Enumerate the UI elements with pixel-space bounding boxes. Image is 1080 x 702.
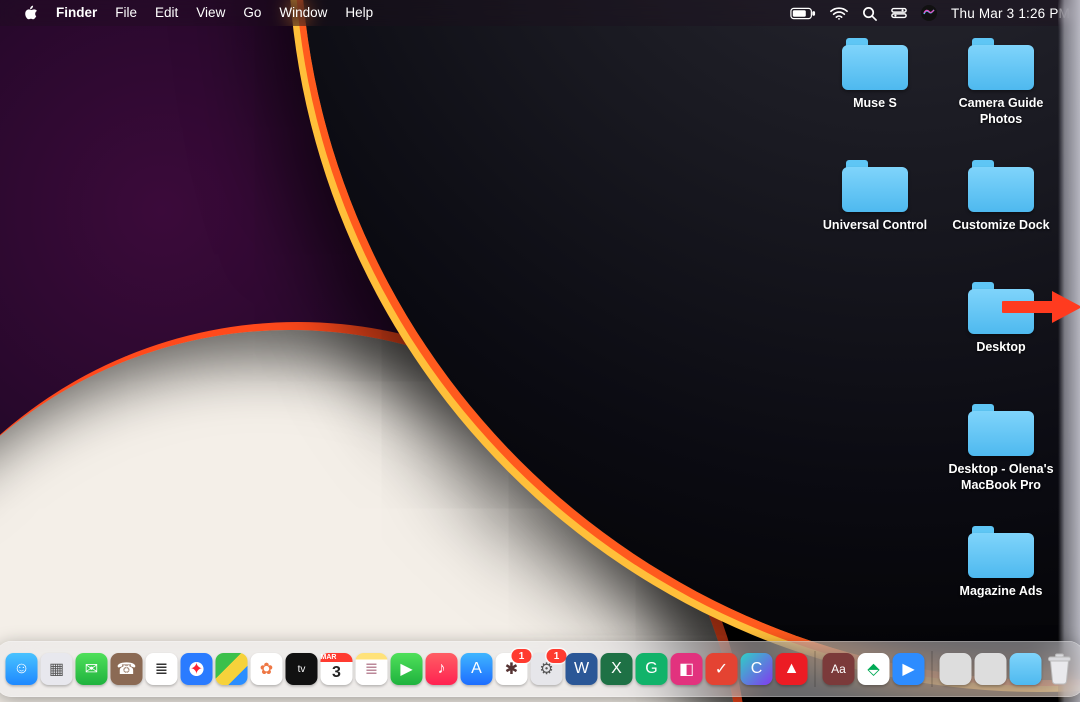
menu-view[interactable]: View bbox=[187, 0, 234, 26]
dock-separator bbox=[815, 651, 816, 687]
wifi-icon[interactable] bbox=[830, 0, 848, 26]
dock-appletv[interactable]: tv bbox=[286, 653, 318, 685]
dock-downloads[interactable] bbox=[1010, 653, 1042, 685]
folder-icon bbox=[968, 526, 1034, 578]
desktop-folder[interactable]: Universal Control bbox=[816, 156, 934, 274]
dock-zoom[interactable]: ▶︎ bbox=[893, 653, 925, 685]
desktop-folder[interactable]: Desktop - Olena's MacBook Pro bbox=[942, 400, 1060, 518]
desktop-icons: Camera Guide Photos Muse S Customize Dock U… bbox=[816, 34, 1060, 640]
menu-help[interactable]: Help bbox=[336, 0, 382, 26]
menubar: Finder File Edit View Go Window Help Thu… bbox=[0, 0, 1080, 26]
dock-dropbox[interactable]: ⬘ bbox=[858, 653, 890, 685]
folder-icon bbox=[842, 160, 908, 212]
dock-photos[interactable]: ✿ bbox=[251, 653, 283, 685]
folder-icon bbox=[842, 38, 908, 90]
desktop-folder-label: Camera Guide Photos bbox=[945, 96, 1057, 127]
control-center-icon[interactable] bbox=[891, 0, 907, 26]
dock-authy[interactable]: ▲ bbox=[776, 653, 808, 685]
menu-edit[interactable]: Edit bbox=[146, 0, 187, 26]
app-menu[interactable]: Finder bbox=[47, 0, 106, 26]
apple-logo-icon bbox=[23, 5, 38, 21]
menubar-clock[interactable]: Thu Mar 3 1:26 PM bbox=[951, 6, 1070, 21]
spotlight-icon[interactable] bbox=[862, 0, 877, 26]
menu-file[interactable]: File bbox=[106, 0, 146, 26]
folder-icon bbox=[968, 160, 1034, 212]
dock-settings[interactable]: ⚙︎1 bbox=[531, 653, 563, 685]
dock-calendar[interactable]: 3MAR bbox=[321, 653, 353, 685]
desktop-folder[interactable]: Customize Dock bbox=[942, 156, 1060, 274]
dock-trello[interactable]: ◧ bbox=[671, 653, 703, 685]
menu-go[interactable]: Go bbox=[234, 0, 270, 26]
dock-safari[interactable]: ✦ bbox=[181, 653, 213, 685]
dock-word[interactable]: W bbox=[566, 653, 598, 685]
folder-icon bbox=[968, 282, 1034, 334]
dock-dictionary[interactable]: Aa bbox=[823, 653, 855, 685]
dock-badge: 1 bbox=[547, 649, 567, 663]
apple-menu[interactable] bbox=[14, 5, 47, 21]
desktop-folder-label: Universal Control bbox=[823, 218, 927, 234]
dock-music[interactable]: ♪ bbox=[426, 653, 458, 685]
dock-appstore[interactable]: A bbox=[461, 653, 493, 685]
dock-separator bbox=[932, 651, 933, 687]
dock-canva[interactable]: C bbox=[741, 653, 773, 685]
siri-icon[interactable] bbox=[921, 0, 937, 26]
desktop-folder[interactable]: Desktop bbox=[942, 278, 1060, 396]
dock-todoist[interactable]: ✓ bbox=[706, 653, 738, 685]
folder-icon bbox=[968, 38, 1034, 90]
desktop-folder-label: Desktop - Olena's MacBook Pro bbox=[945, 462, 1057, 493]
dock-notes[interactable]: ≣ bbox=[356, 653, 388, 685]
universal-control-edge bbox=[1058, 0, 1080, 702]
dock-messages[interactable]: ✉︎ bbox=[76, 653, 108, 685]
dock-finder[interactable]: ☺︎ bbox=[6, 653, 38, 685]
dock-excel[interactable]: X bbox=[601, 653, 633, 685]
desktop-folder[interactable]: Muse S bbox=[816, 34, 934, 152]
dock-badge: 1 bbox=[512, 649, 532, 663]
folder-icon bbox=[968, 404, 1034, 456]
battery-icon[interactable] bbox=[790, 0, 816, 26]
desktop-folder[interactable]: Camera Guide Photos bbox=[942, 34, 1060, 152]
dock-launchpad[interactable]: ▦ bbox=[41, 653, 73, 685]
dock-contacts[interactable]: ☎︎ bbox=[111, 653, 143, 685]
dock-trash[interactable] bbox=[1045, 653, 1075, 685]
trash-icon bbox=[1047, 653, 1073, 685]
menu-window[interactable]: Window bbox=[270, 0, 336, 26]
desktop-folder-label: Muse S bbox=[853, 96, 897, 112]
dock-recent-2[interactable] bbox=[975, 653, 1007, 685]
desktop-folder-label: Customize Dock bbox=[952, 218, 1049, 234]
desktop-folder-label: Desktop bbox=[976, 340, 1025, 356]
dock-recent-1[interactable] bbox=[940, 653, 972, 685]
desktop-folder[interactable]: Magazine Ads bbox=[942, 522, 1060, 640]
dock-reminders[interactable]: ≣ bbox=[146, 653, 178, 685]
desktop-folder-label: Magazine Ads bbox=[960, 584, 1043, 600]
dock-slack[interactable]: ✱1 bbox=[496, 653, 528, 685]
dock-maps[interactable] bbox=[216, 653, 248, 685]
dock: ☺︎▦✉︎☎︎≣✦✿tv3MAR≣▶︎♪A✱1⚙︎1WXG◧✓C▲Aa⬘▶︎ bbox=[0, 641, 1080, 697]
dock-grammarly[interactable]: G bbox=[636, 653, 668, 685]
dock-facetime[interactable]: ▶︎ bbox=[391, 653, 423, 685]
